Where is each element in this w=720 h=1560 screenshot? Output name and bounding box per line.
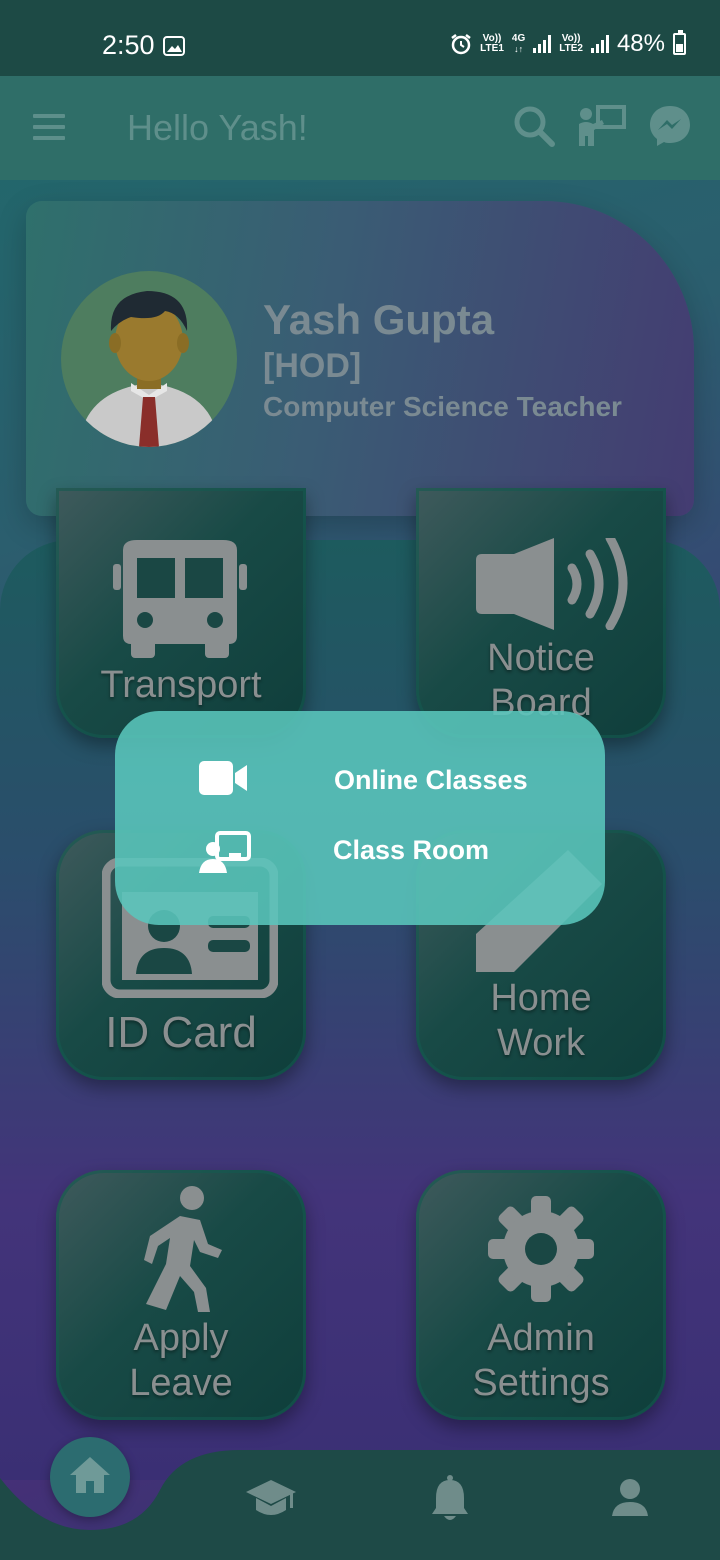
app-bar: Hello Yash! (0, 76, 720, 180)
tile-label: Admin Settings (472, 1317, 610, 1404)
network-label-1: Vo)) LTE1 (480, 33, 504, 54)
tile-label: Home Work (490, 977, 592, 1064)
avatar (61, 271, 237, 447)
tile-notice-board[interactable]: Notice Board (416, 488, 666, 738)
messenger-icon[interactable] (648, 104, 692, 148)
profile-role: [HOD] (263, 347, 362, 385)
megaphone-icon (476, 538, 628, 630)
search-icon[interactable] (512, 104, 556, 148)
popup-item-label: Class Room (333, 835, 490, 865)
user-icon[interactable] (610, 1478, 650, 1518)
greeting-title: Hello Yash! (127, 107, 308, 148)
tile-label: Transport (100, 664, 262, 706)
bus-icon (113, 540, 247, 658)
popup-item-class-room[interactable]: Class Room (115, 821, 605, 877)
walking-icon (144, 1186, 222, 1312)
signal-icon (533, 35, 552, 53)
graduation-cap-icon[interactable] (246, 1478, 296, 1522)
profile-card[interactable]: Yash Gupta [HOD] Computer Science Teache… (26, 201, 694, 516)
popup-item-label: Online Classes (334, 765, 528, 795)
popup-item-online-classes[interactable]: Online Classes (115, 751, 605, 807)
video-camera-icon (199, 761, 247, 795)
profile-subject: Computer Science Teacher (263, 391, 622, 422)
tile-transport[interactable]: Transport (56, 488, 306, 738)
gallery-icon (163, 36, 185, 56)
classroom-icon (199, 831, 251, 873)
status-bar: 2:50 Vo)) LTE1 4G ↓↑ Vo)) LTE2 48% (0, 0, 720, 76)
network-4g-label: 4G ↓↑ (511, 33, 526, 55)
tile-label: ID Card (105, 1008, 257, 1057)
teacher-icon[interactable] (576, 104, 628, 148)
tile-apply-leave[interactable]: Apply Leave (56, 1170, 306, 1420)
tile-label: Apply Leave (129, 1317, 233, 1404)
signal-icon (590, 35, 609, 53)
home-nav-button[interactable] (50, 1437, 130, 1517)
battery-percent: 48% (616, 30, 665, 57)
alarm-icon (451, 34, 471, 55)
bell-icon[interactable] (430, 1474, 470, 1522)
class-options-popup: Online Classes Class Room (115, 711, 605, 925)
network-label-2: Vo)) LTE2 (559, 33, 583, 54)
home-icon (70, 1457, 110, 1493)
tile-admin-settings[interactable]: Admin Settings (416, 1170, 666, 1420)
hamburger-menu-icon[interactable] (33, 114, 65, 140)
gear-icon (488, 1196, 594, 1302)
status-time: 2:50 (102, 30, 155, 60)
battery-icon (673, 30, 686, 55)
app-bar-actions (512, 104, 692, 148)
profile-name: Yash Gupta (263, 296, 495, 343)
status-indicators: Vo)) LTE1 4G ↓↑ Vo)) LTE2 48% (450, 30, 686, 58)
